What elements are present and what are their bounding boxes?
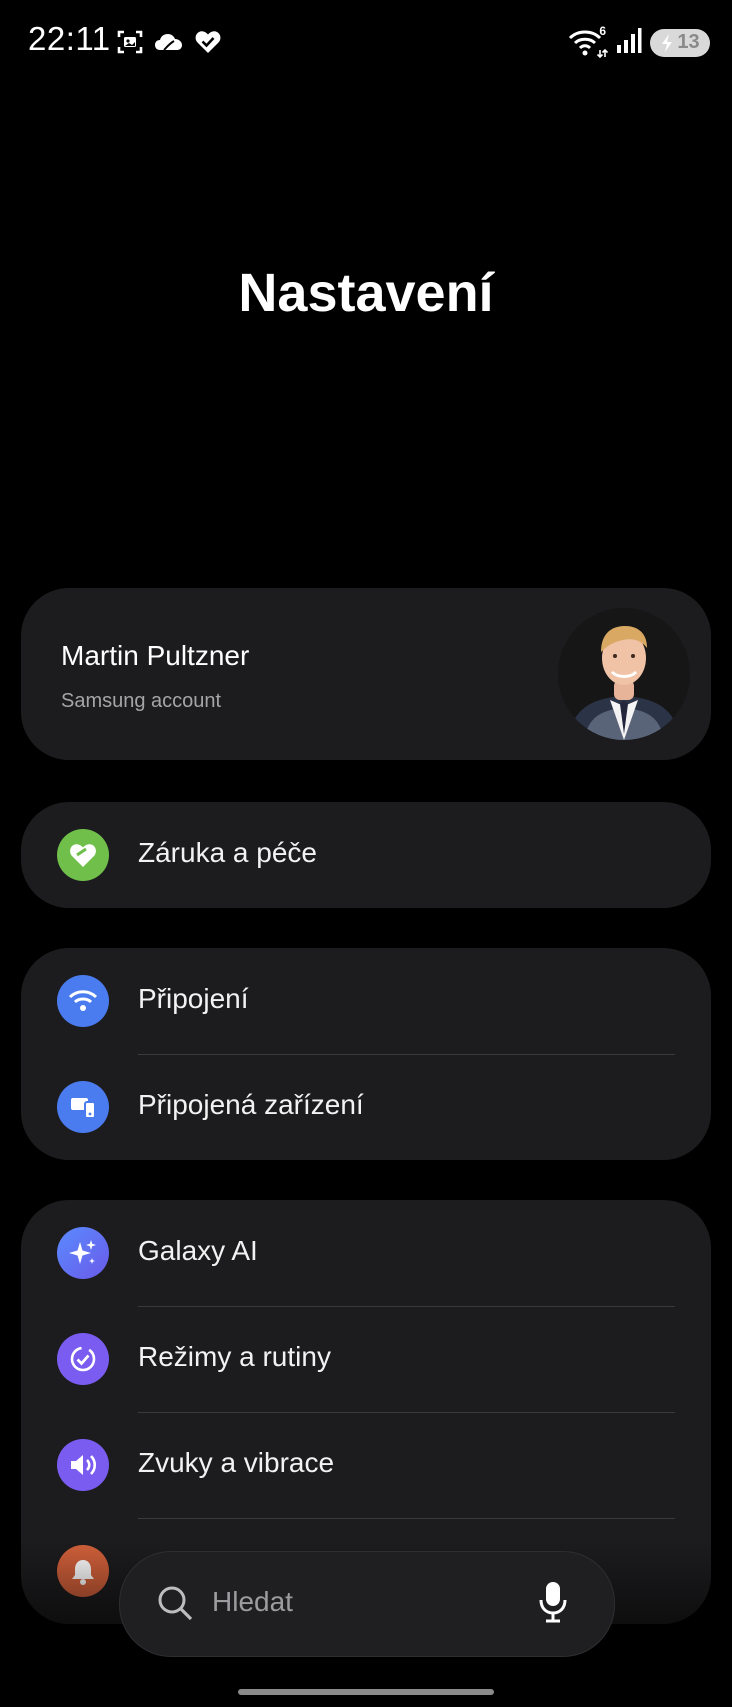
status-time: 22:11 — [28, 20, 111, 57]
speaker-icon — [57, 1439, 109, 1491]
settings-item-label: Galaxy AI — [138, 1235, 258, 1266]
wifi-icon: 6 — [568, 24, 609, 58]
search-bar[interactable]: Hledat — [119, 1551, 615, 1657]
settings-item-label: Připojená zařízení — [138, 1089, 364, 1120]
avatar[interactable] — [558, 608, 690, 740]
status-bar: 22:11 6 13 — [0, 0, 732, 84]
routine-icon — [57, 1333, 109, 1385]
settings-item-label: Zvuky a vibrace — [138, 1447, 335, 1478]
settings-item-sounds[interactable]: Zvuky a vibrace — [21, 1412, 711, 1518]
screenshot-icon — [116, 28, 144, 61]
cloud-icon — [154, 28, 184, 61]
settings-item-modes-routines[interactable]: Režimy a rutiny — [21, 1306, 711, 1412]
signal-icon — [616, 26, 642, 59]
settings-item-warranty[interactable]: Záruka a péče — [21, 802, 711, 908]
status-right-icons: 6 13 — [568, 24, 710, 59]
account-card[interactable]: Martin Pultzner Samsung account — [21, 588, 711, 760]
heart-check-icon — [194, 28, 222, 61]
battery-level: 13 — [677, 31, 700, 53]
heart-care-icon — [57, 829, 109, 881]
settings-item-connections[interactable]: Připojení — [21, 948, 711, 1054]
settings-item-label: Záruka a péče — [138, 837, 317, 868]
settings-item-label: Režimy a rutiny — [138, 1341, 331, 1372]
battery-icon: 13 — [650, 28, 710, 57]
devices-icon — [57, 1081, 109, 1133]
settings-item-label: Připojení — [138, 983, 249, 1014]
mic-icon[interactable] — [538, 1580, 568, 1629]
sparkle-icon — [57, 1227, 109, 1279]
search-icon — [156, 1584, 194, 1627]
wifi-icon — [57, 975, 109, 1027]
group-connections: Připojení Připojená zařízení — [21, 948, 711, 1160]
account-name: Martin Pultzner — [61, 640, 250, 671]
settings-item-connected-devices[interactable]: Připojená zařízení — [21, 1054, 711, 1160]
settings-item-galaxy-ai[interactable]: Galaxy AI — [21, 1200, 711, 1306]
account-subtitle: Samsung account — [61, 690, 222, 712]
wifi-badge: 6 — [599, 23, 606, 38]
page-title: Nastavení — [238, 263, 494, 323]
status-left-icons — [116, 28, 222, 61]
home-indicator[interactable] — [238, 1689, 494, 1695]
search-input[interactable]: Hledat — [212, 1586, 293, 1618]
group-warranty: Záruka a péče — [21, 802, 711, 908]
